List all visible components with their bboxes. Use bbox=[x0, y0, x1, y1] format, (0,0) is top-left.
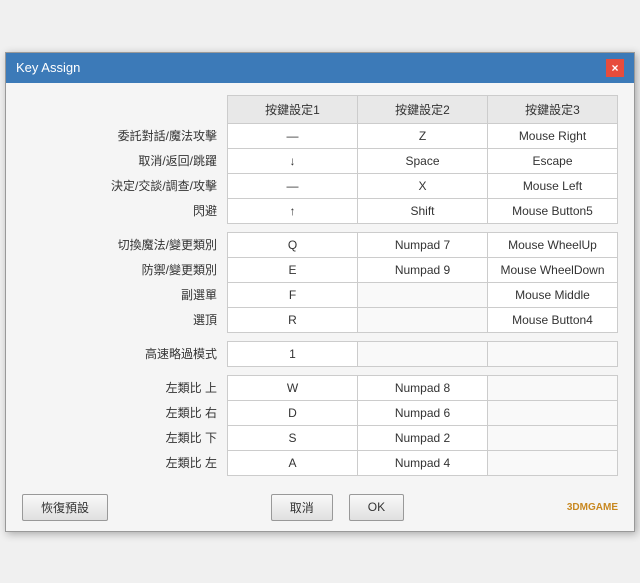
table-row: 閃避↑ShiftMouse Button5 bbox=[22, 198, 618, 223]
row-label: 左類比 右 bbox=[22, 400, 228, 425]
key-cell-3[interactable]: Mouse Right bbox=[488, 123, 618, 148]
key-cell-2[interactable]: Numpad 2 bbox=[358, 425, 488, 450]
table-row: 左類比 左ANumpad 4 bbox=[22, 450, 618, 475]
row-label: 切換魔法/變更類別 bbox=[22, 232, 228, 257]
key-cell-2[interactable]: Space bbox=[358, 148, 488, 173]
reset-button[interactable]: 恢復預設 bbox=[22, 494, 108, 521]
key-cell-2[interactable]: Numpad 6 bbox=[358, 400, 488, 425]
key-cell-3[interactable]: Mouse Button4 bbox=[488, 307, 618, 332]
key-cell-1[interactable]: — bbox=[228, 173, 358, 198]
key-cell-1[interactable]: E bbox=[228, 257, 358, 282]
key-assign-window: Key Assign × 按鍵設定1 按鍵設定2 按鍵設定3 委託對話/魔法攻擊… bbox=[5, 52, 635, 532]
key-cell-1[interactable]: A bbox=[228, 450, 358, 475]
table-row: 防禦/變更類別ENumpad 9Mouse WheelDown bbox=[22, 257, 618, 282]
col-header-3: 按鍵設定3 bbox=[488, 95, 618, 123]
row-label: 選頂 bbox=[22, 307, 228, 332]
key-cell-2[interactable]: Numpad 9 bbox=[358, 257, 488, 282]
table-row: 高速略過模式1 bbox=[22, 341, 618, 366]
key-cell-2[interactable]: Z bbox=[358, 123, 488, 148]
table-row: 副選單F Mouse Middle bbox=[22, 282, 618, 307]
table-row: 左類比 右DNumpad 6 bbox=[22, 400, 618, 425]
key-cell-2[interactable]: Numpad 4 bbox=[358, 450, 488, 475]
row-spacer bbox=[22, 332, 618, 341]
table-row: 委託對話/魔法攻擊—ZMouse Right bbox=[22, 123, 618, 148]
col-header-2: 按鍵設定2 bbox=[358, 95, 488, 123]
key-cell-3[interactable]: Escape bbox=[488, 148, 618, 173]
key-cell-1[interactable]: Q bbox=[228, 232, 358, 257]
row-label: 高速略過模式 bbox=[22, 341, 228, 366]
row-spacer bbox=[22, 366, 618, 375]
key-cell-1[interactable]: D bbox=[228, 400, 358, 425]
key-cell-1[interactable]: F bbox=[228, 282, 358, 307]
col-header-1: 按鍵設定1 bbox=[228, 95, 358, 123]
row-label: 副選單 bbox=[22, 282, 228, 307]
watermark: 3DMGAME bbox=[567, 502, 618, 513]
row-label: 閃避 bbox=[22, 198, 228, 223]
key-cell-3[interactable] bbox=[488, 400, 618, 425]
table-row: 選頂R Mouse Button4 bbox=[22, 307, 618, 332]
row-label: 委託對話/魔法攻擊 bbox=[22, 123, 228, 148]
row-label: 決定/交談/調查/攻擊 bbox=[22, 173, 228, 198]
key-cell-3[interactable] bbox=[488, 375, 618, 400]
key-cell-3[interactable] bbox=[488, 450, 618, 475]
key-cell-1[interactable]: ↓ bbox=[228, 148, 358, 173]
key-cell-1[interactable]: S bbox=[228, 425, 358, 450]
row-label: 左類比 上 bbox=[22, 375, 228, 400]
table-row: 決定/交談/調查/攻擊—XMouse Left bbox=[22, 173, 618, 198]
key-cell-2[interactable]: Numpad 8 bbox=[358, 375, 488, 400]
cancel-button[interactable]: 取消 bbox=[271, 494, 333, 521]
title-bar: Key Assign × bbox=[6, 53, 634, 83]
ok-button[interactable]: OK bbox=[349, 494, 404, 521]
key-cell-2[interactable]: X bbox=[358, 173, 488, 198]
table-row: 切換魔法/變更類別QNumpad 7Mouse WheelUp bbox=[22, 232, 618, 257]
row-label: 左類比 下 bbox=[22, 425, 228, 450]
key-cell-3[interactable]: Mouse WheelDown bbox=[488, 257, 618, 282]
key-cell-3[interactable]: Mouse WheelUp bbox=[488, 232, 618, 257]
main-content: 按鍵設定1 按鍵設定2 按鍵設定3 委託對話/魔法攻擊—ZMouse Right… bbox=[6, 83, 634, 486]
key-cell-2[interactable]: Shift bbox=[358, 198, 488, 223]
key-cell-1[interactable]: ↑ bbox=[228, 198, 358, 223]
key-cell-2[interactable] bbox=[358, 307, 488, 332]
row-spacer bbox=[22, 223, 618, 232]
key-cell-1[interactable]: R bbox=[228, 307, 358, 332]
key-cell-3[interactable]: Mouse Left bbox=[488, 173, 618, 198]
key-cell-2[interactable] bbox=[358, 341, 488, 366]
table-row: 左類比 上WNumpad 8 bbox=[22, 375, 618, 400]
key-cell-2[interactable] bbox=[358, 282, 488, 307]
table-row: 左類比 下SNumpad 2 bbox=[22, 425, 618, 450]
key-assign-table: 按鍵設定1 按鍵設定2 按鍵設定3 委託對話/魔法攻擊—ZMouse Right… bbox=[22, 95, 618, 476]
key-cell-3[interactable]: Mouse Middle bbox=[488, 282, 618, 307]
key-cell-2[interactable]: Numpad 7 bbox=[358, 232, 488, 257]
key-cell-3[interactable]: Mouse Button5 bbox=[488, 198, 618, 223]
key-cell-1[interactable]: 1 bbox=[228, 341, 358, 366]
row-label: 防禦/變更類別 bbox=[22, 257, 228, 282]
key-cell-1[interactable]: — bbox=[228, 123, 358, 148]
row-label: 取消/返回/跳躍 bbox=[22, 148, 228, 173]
row-label: 左類比 左 bbox=[22, 450, 228, 475]
window-title: Key Assign bbox=[16, 60, 80, 75]
key-cell-1[interactable]: W bbox=[228, 375, 358, 400]
key-cell-3[interactable] bbox=[488, 425, 618, 450]
footer: 恢復預設 取消 OK 3DMGAME bbox=[6, 486, 634, 531]
key-cell-3[interactable] bbox=[488, 341, 618, 366]
close-button[interactable]: × bbox=[606, 59, 624, 77]
table-row: 取消/返回/跳躍↓SpaceEscape bbox=[22, 148, 618, 173]
